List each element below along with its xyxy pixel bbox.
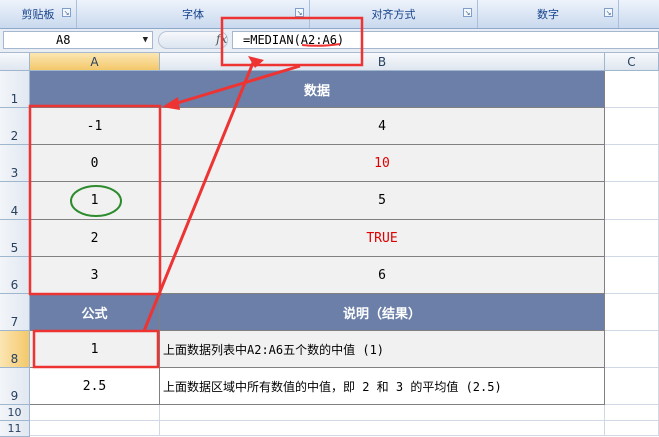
cell-c8[interactable] xyxy=(605,331,659,368)
row-header[interactable]: 3 xyxy=(0,145,30,182)
formula-input[interactable]: =MEDIAN(A2:A6) xyxy=(232,31,659,49)
cell-c4[interactable] xyxy=(605,182,659,220)
row-header[interactable]: 1 xyxy=(0,71,30,108)
formula-bar: A8 ▼ fx =MEDIAN(A2:A6) xyxy=(0,29,659,53)
row-header[interactable]: 5 xyxy=(0,220,30,257)
cell-c11[interactable] xyxy=(605,421,659,436)
cell-a7[interactable]: 公式 xyxy=(30,294,160,331)
cell-b3[interactable]: 10 xyxy=(160,145,605,182)
row-header[interactable]: 6 xyxy=(0,257,30,294)
name-box-value: A8 xyxy=(56,33,71,47)
cell-b9[interactable]: 上面数据区域中所有数值的中值，即 2 和 3 的平均值 (2.5) xyxy=(160,368,605,405)
row-header[interactable]: 10 xyxy=(0,405,30,421)
ribbon-group-alignment[interactable]: 对齐方式 ↘ xyxy=(310,0,478,28)
column-header-a[interactable]: A xyxy=(30,53,160,71)
dialog-launcher-icon[interactable]: ↘ xyxy=(295,8,304,17)
cell-a10[interactable] xyxy=(30,405,160,421)
ribbon-group-label: 对齐方式 xyxy=(371,8,416,21)
cell-b10[interactable] xyxy=(160,405,605,421)
cell-c10[interactable] xyxy=(605,405,659,421)
chevron-down-icon[interactable]: ▼ xyxy=(143,32,148,48)
cell-c9[interactable] xyxy=(605,368,659,405)
row-header[interactable]: 11 xyxy=(0,421,30,437)
cell-a4[interactable]: 1 xyxy=(30,182,160,220)
dialog-launcher-icon[interactable]: ↘ xyxy=(604,8,613,17)
insert-function-icon[interactable]: fx xyxy=(216,32,227,46)
cell-a1-b1[interactable]: 数据 xyxy=(30,71,605,108)
cell-c3[interactable] xyxy=(605,145,659,182)
cell-b11[interactable] xyxy=(160,421,605,436)
cell-b2[interactable]: 4 xyxy=(160,108,605,145)
cell-a8[interactable]: 1 xyxy=(30,331,160,368)
dialog-launcher-icon[interactable]: ↘ xyxy=(463,8,472,17)
ribbon-group-label: 数字 xyxy=(537,8,559,21)
row-header[interactable]: 2 xyxy=(0,108,30,145)
name-box[interactable]: A8 ▼ xyxy=(3,31,153,49)
cell-c5[interactable] xyxy=(605,220,659,257)
cell-b8[interactable]: 上面数据列表中A2:A6五个数的中值 (1) xyxy=(160,331,605,368)
cell-a3[interactable]: 0 xyxy=(30,145,160,182)
row-header[interactable]: 8 xyxy=(0,331,30,368)
cell-a5[interactable]: 2 xyxy=(30,220,160,257)
cell-a6[interactable]: 3 xyxy=(30,257,160,294)
cell-c7[interactable] xyxy=(605,294,659,331)
ribbon-group-number[interactable]: 数字 ↘ xyxy=(478,0,619,28)
ribbon-group-font[interactable]: 字体 ↘ xyxy=(77,0,310,28)
row-header[interactable]: 9 xyxy=(0,368,30,405)
cell-c6[interactable] xyxy=(605,257,659,294)
cell-c2[interactable] xyxy=(605,108,659,145)
cell-a9[interactable]: 2.5 xyxy=(30,368,160,405)
ribbon-group-label: 剪贴板 xyxy=(21,8,55,21)
ribbon-group-clipboard[interactable]: 剪贴板 ↘ xyxy=(0,0,77,28)
cell-b7[interactable]: 说明（结果） xyxy=(160,294,605,331)
ribbon-group-label: 字体 xyxy=(182,8,204,21)
cell-b6[interactable]: 6 xyxy=(160,257,605,294)
ribbon: 剪贴板 ↘ 字体 ↘ 对齐方式 ↘ 数字 ↘ xyxy=(0,0,659,29)
row-header[interactable]: 7 xyxy=(0,294,30,331)
cell-a2[interactable]: -1 xyxy=(30,108,160,145)
cell-b4[interactable]: 5 xyxy=(160,182,605,220)
cell-a11[interactable] xyxy=(30,421,160,436)
column-header-c[interactable]: C xyxy=(605,53,659,71)
column-header-b[interactable]: B xyxy=(160,53,605,71)
select-all-corner[interactable] xyxy=(0,53,30,71)
cell-c1[interactable] xyxy=(605,71,659,108)
dialog-launcher-icon[interactable]: ↘ xyxy=(62,8,71,17)
row-header[interactable]: 4 xyxy=(0,182,30,220)
cell-b5[interactable]: TRUE xyxy=(160,220,605,257)
